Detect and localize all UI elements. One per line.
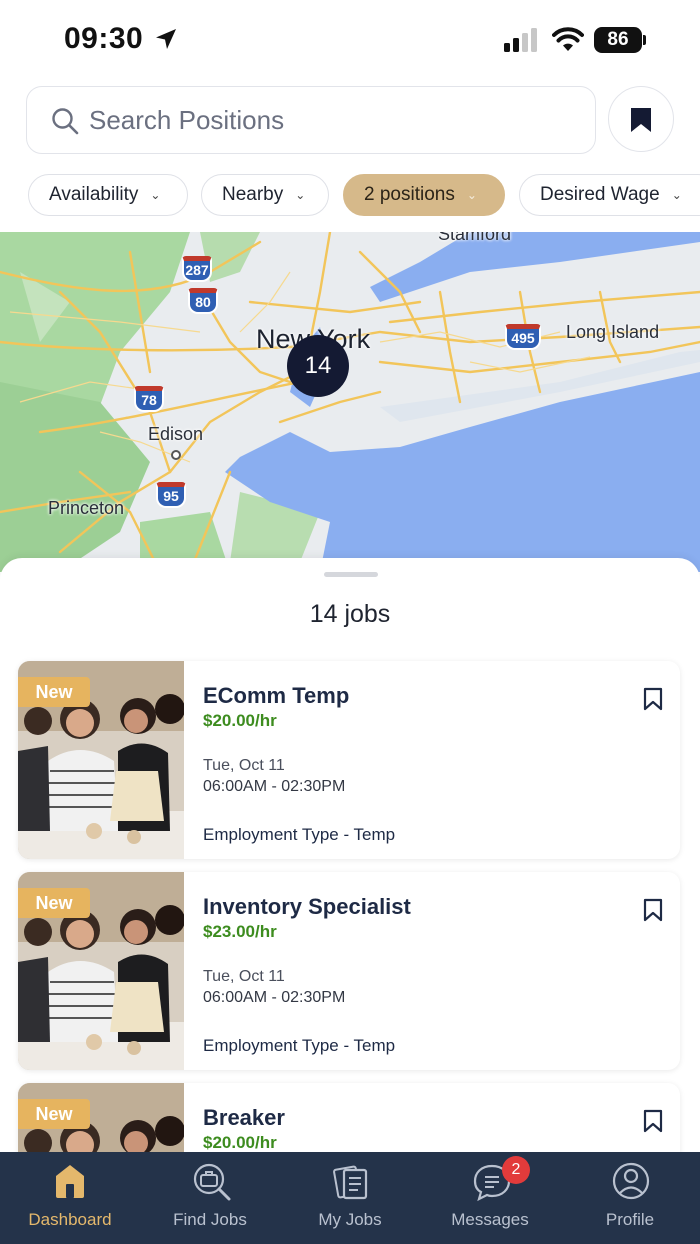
job-date: Tue, Oct 11 (203, 757, 285, 774)
results-sheet[interactable]: 14 jobs New EComm Temp $20.00/hr Tue, Oc… (0, 558, 700, 1158)
chevron-down-icon: ⌄ (671, 188, 682, 202)
filter-availability[interactable]: Availability ⌄ (28, 174, 188, 216)
job-employment-type: Employment Type - Temp (203, 825, 396, 844)
job-date: Tue, Oct 11 (203, 968, 285, 985)
city-marker (171, 450, 181, 460)
filter-positions[interactable]: 2 positions ⌄ (343, 174, 505, 216)
job-photo: New (18, 1083, 184, 1158)
battery-icon: 86 (594, 27, 646, 53)
nav-find-jobs[interactable]: Find Jobs (140, 1152, 280, 1244)
job-wage: $20.00/hr (203, 711, 277, 730)
filter-label: Nearby (222, 184, 284, 205)
job-wage: $23.00/hr (203, 922, 277, 941)
battery-level: 86 (594, 27, 642, 53)
job-card[interactable]: New Breaker $20.00/hr (18, 1083, 680, 1158)
job-title: Breaker (203, 1105, 285, 1130)
job-employment-type: Employment Type - Temp (203, 1036, 396, 1055)
filter-desired-wage[interactable]: Desired Wage ⌄ (519, 174, 700, 216)
job-card[interactable]: New EComm Temp $20.00/hr Tue, Oct 11 06:… (18, 661, 680, 859)
status-time: 09:30 (64, 22, 144, 55)
wifi-icon (552, 27, 584, 51)
bookmark-icon[interactable] (643, 898, 663, 922)
new-badge: New (18, 1099, 90, 1129)
map-label-long-island: Long Island (566, 322, 660, 342)
bookmark-icon[interactable] (643, 1109, 663, 1133)
nav-label: Dashboard (28, 1210, 112, 1229)
location-arrow-icon (156, 29, 176, 49)
notification-badge: 2 (502, 1156, 530, 1184)
search-placeholder: Search Positions (89, 105, 285, 135)
bottom-nav: Dashboard Find Jobs My Jobs 2 Messages P… (0, 1152, 700, 1244)
nav-dashboard[interactable]: Dashboard (0, 1152, 140, 1244)
chevron-down-icon: ⌄ (466, 188, 477, 202)
interstate-shield-287: 287 (182, 256, 212, 282)
new-badge: New (18, 677, 90, 707)
filter-label: 2 positions (364, 184, 455, 205)
status-bar: 09:30 86 (0, 0, 700, 80)
job-wage: $20.00/hr (203, 1133, 277, 1152)
search-icon (52, 108, 79, 135)
job-photo: New (18, 661, 184, 859)
interstate-shield-80: 80 (188, 288, 218, 314)
cellular-signal-icon (504, 28, 537, 52)
filter-label: Desired Wage (540, 184, 660, 205)
filter-chips: Availability ⌄ Nearby ⌄ 2 positions ⌄ Desir… (0, 174, 700, 216)
nav-label: Messages (451, 1210, 529, 1229)
job-time: 06:00AM - 02:30PM (203, 989, 346, 1006)
nav-label: My Jobs (318, 1210, 382, 1229)
map-label-princeton: Princeton (48, 498, 125, 518)
profile-icon (612, 1162, 650, 1200)
sheet-grabber[interactable] (324, 572, 378, 577)
job-title: Inventory Specialist (203, 894, 411, 919)
nav-label: Profile (605, 1210, 655, 1229)
jobs-map[interactable]: Stamford New York Long Island Edison Pri… (0, 232, 700, 572)
chevron-down-icon: ⌄ (295, 188, 306, 202)
filter-label: Availability (49, 184, 139, 205)
search-input[interactable]: Search Positions (26, 86, 596, 154)
job-time: 06:00AM - 02:30PM (203, 778, 346, 795)
new-badge: New (18, 888, 90, 918)
map-label-edison: Edison (148, 424, 204, 444)
job-photo: New (18, 872, 184, 1070)
chevron-down-icon: ⌄ (150, 188, 161, 202)
job-card[interactable]: New Inventory Specialist $23.00/hr Tue, … (18, 872, 680, 1070)
filter-nearby[interactable]: Nearby ⌄ (201, 174, 329, 216)
bookmark-icon[interactable] (643, 687, 663, 711)
map-label-stamford: Stamford (438, 232, 512, 244)
nav-profile[interactable]: Profile (560, 1152, 700, 1244)
results-count: 14 jobs (309, 600, 391, 628)
interstate-shield-495: 495 (505, 324, 541, 350)
saved-jobs-button[interactable] (608, 86, 674, 152)
home-icon (56, 1165, 84, 1198)
nav-label: Find Jobs (173, 1210, 247, 1229)
map-background (0, 232, 700, 572)
interstate-shield-78: 78 (134, 386, 164, 412)
nav-my-jobs[interactable]: My Jobs (280, 1152, 420, 1244)
map-cluster-marker[interactable]: 14 (287, 335, 349, 397)
interstate-shield-95: 95 (156, 482, 186, 508)
nav-messages[interactable]: 2 Messages (420, 1152, 560, 1244)
bookmark-icon (631, 108, 651, 132)
job-title: EComm Temp (203, 683, 350, 708)
my-jobs-icon (333, 1165, 368, 1200)
find-jobs-icon (193, 1163, 231, 1201)
